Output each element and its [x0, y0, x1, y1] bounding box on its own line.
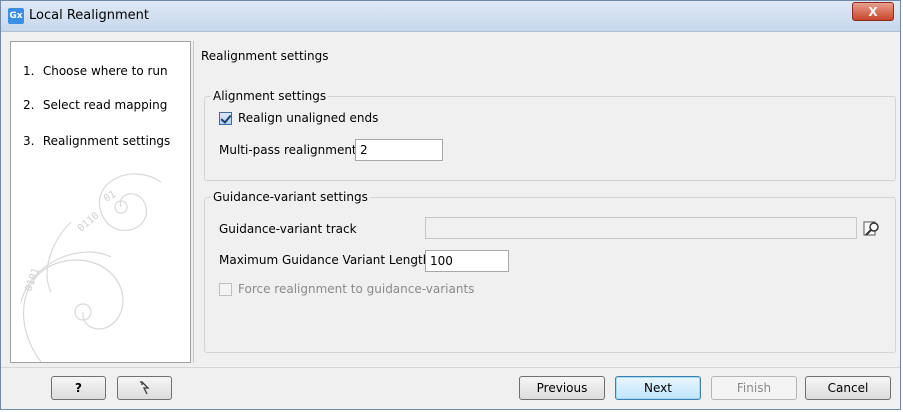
steps-panel: 1. Choose where to run 2. Select read ma…	[10, 41, 191, 363]
step-label: Realignment settings	[42, 134, 171, 148]
svg-text:0110: 0110	[76, 210, 102, 234]
alignment-settings-group: Alignment settings Realign unaligned end…	[204, 89, 896, 181]
reset-button[interactable]	[117, 376, 172, 400]
help-button[interactable]: ?	[51, 376, 106, 400]
group-title: Guidance-variant settings	[211, 190, 370, 204]
max-guidance-variant-length-label: Maximum Guidance Variant Length	[219, 253, 431, 267]
force-realignment-label: Force realignment to guidance-variants	[238, 282, 475, 296]
svg-text:01: 01	[102, 189, 118, 205]
guidance-variant-settings-group: Guidance-variant settings Guidance-varia…	[204, 190, 896, 353]
step-select-read-mapping: 2. Select read mapping	[23, 98, 167, 112]
svg-text:0101: 0101	[23, 267, 42, 293]
step-realignment-settings: 3. Realignment settings	[23, 134, 170, 148]
guidance-variant-track-field[interactable]	[425, 217, 857, 239]
next-button[interactable]: Next	[615, 376, 701, 400]
previous-button[interactable]: Previous	[519, 376, 605, 400]
group-title: Alignment settings	[211, 89, 329, 103]
dialog-window: Gx Local Realignment X 1. Choose where t…	[0, 0, 901, 410]
multipass-realignment-label: Multi-pass realignment	[219, 143, 357, 157]
step-choose-where-to-run: 1. Choose where to run	[23, 64, 168, 78]
step-number: 1.	[23, 64, 35, 78]
window-title: Local Realignment	[29, 8, 149, 23]
content-title: Realignment settings	[201, 49, 329, 63]
app-icon: Gx	[8, 8, 24, 24]
force-realignment-checkbox[interactable]	[219, 283, 232, 296]
step-number: 3.	[23, 134, 35, 148]
close-button[interactable]: X	[852, 2, 894, 21]
cancel-button[interactable]: Cancel	[805, 376, 891, 400]
settings-content: Realignment settings Alignment settings …	[193, 41, 900, 363]
guidance-variant-track-label: Guidance-variant track	[219, 222, 357, 236]
multipass-realignment-input[interactable]: 2	[355, 139, 443, 161]
browse-icon[interactable]	[863, 219, 881, 237]
max-guidance-variant-length-input[interactable]: 100	[425, 250, 509, 272]
step-label: Select read mapping	[42, 98, 168, 112]
title-bar[interactable]: Gx Local Realignment X	[1, 1, 900, 32]
decorative-swirl-icon: 0110 0101 01	[20, 173, 162, 362]
step-label: Choose where to run	[42, 64, 168, 78]
realign-unaligned-ends-checkbox[interactable]	[219, 112, 232, 125]
button-bar: ? Previous Next Finish Cancel	[1, 367, 900, 410]
realign-unaligned-ends-label: Realign unaligned ends	[238, 111, 379, 125]
finish-button[interactable]: Finish	[711, 376, 797, 400]
step-number: 2.	[23, 98, 35, 112]
reset-arrow-icon	[139, 381, 150, 395]
